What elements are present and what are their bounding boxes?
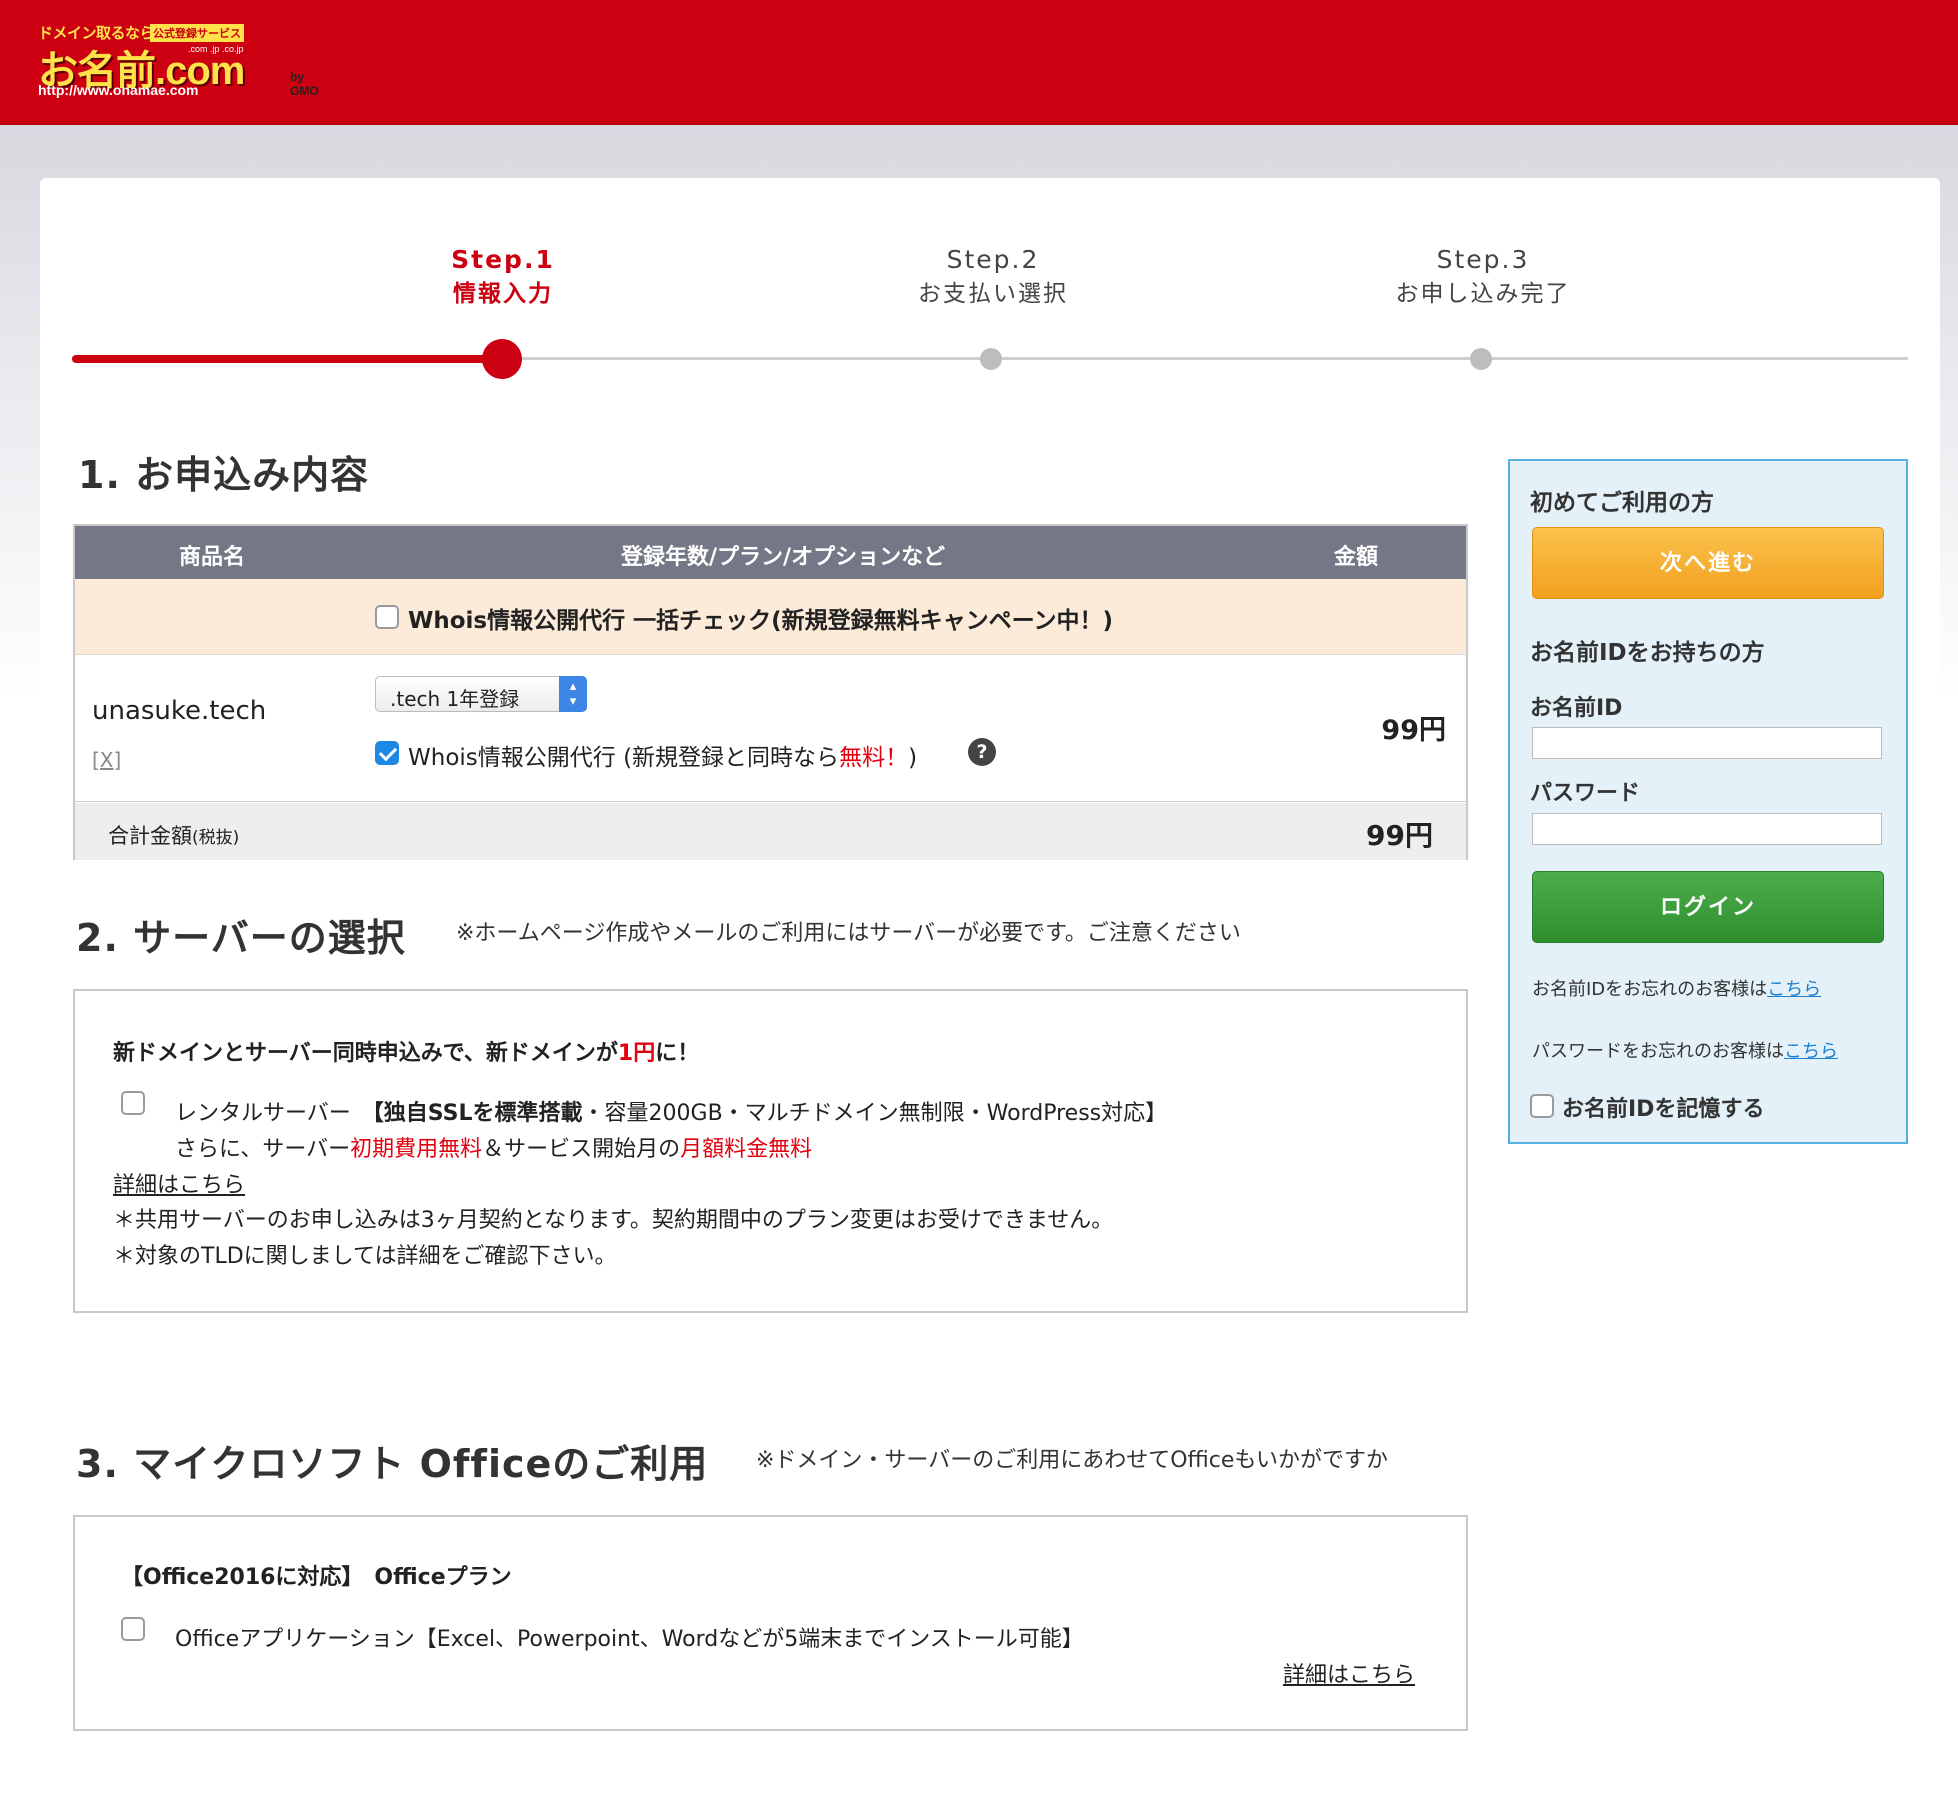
step-2-marker [980, 348, 1002, 370]
step-1-label: 情報入力 [453, 281, 553, 307]
office-details-link[interactable]: 詳細はこちら [1283, 1657, 1415, 1689]
logo-tlds: .com .jp .co.jp [188, 44, 244, 54]
rental-server-ssl: 【独自SSLを標準搭載 [372, 1101, 583, 1126]
logo-gmo: by GMO [290, 70, 319, 98]
onamae-id-label: お名前ID [1530, 696, 1623, 721]
table-row: unasuke.tech [X] .tech 1年登録 ▴ ▾ Whois情報公開… [75, 656, 1466, 802]
whois-option-close: ) [908, 745, 918, 771]
col-plan: 登録年数/プラン/オプションなど [621, 545, 946, 570]
total-label: 合計金額(税抜) [108, 820, 239, 850]
whois-bulk-row: Whois情報公開代行 一括チェック(新規登録無料キャンペーン中！) [75, 579, 1466, 655]
total-value: 99円 [1366, 819, 1433, 852]
rental-server-label[interactable]: レンタルサーバー 【独自SSLを標準搭載・容量200GB・マルチドメイン無制限・… [175, 1095, 1167, 1127]
remember-id-checkbox[interactable] [1530, 1094, 1554, 1118]
site-header: ドメイン取るなら 公式登録サービス お名前.com .com .jp .co.j… [0, 0, 1958, 125]
forgot-id-text: お名前IDをお忘れのお客様は [1532, 979, 1768, 1000]
forgot-id-link[interactable]: こちら [1767, 979, 1821, 1000]
whois-option-label[interactable]: Whois情報公開代行 (新規登録と同時なら無料！) [408, 738, 917, 772]
server-note-1: ＊共用サーバーのお申し込みは3ヶ月契約となります。契約期間中のプラン変更はお受け… [113, 1208, 1114, 1233]
total-row: 合計金額(税抜) 99円 [75, 803, 1466, 860]
section-2-note: ※ホームページ作成やメールのご利用にはサーバーが必要です。ご注意ください [456, 921, 1241, 946]
col-product: 商品名 [179, 545, 246, 570]
next-button[interactable]: 次へ進む [1532, 527, 1884, 599]
office-checkbox[interactable] [121, 1617, 145, 1641]
login-button[interactable]: ログイン [1532, 871, 1884, 943]
forgot-id: お名前IDをお忘れのお客様はこちら [1532, 975, 1821, 1001]
rental-server-checkbox[interactable] [121, 1091, 145, 1115]
plan-select-value: .tech 1年登録 [390, 687, 520, 711]
select-arrows-icon: ▴ ▾ [559, 676, 587, 712]
logo-url: http://www.onamae.com [38, 82, 199, 98]
forgot-password: パスワードをお忘れのお客様はこちら [1532, 1037, 1838, 1063]
password-input[interactable] [1532, 813, 1882, 845]
server-campaign-a: さらに、サーバー [175, 1137, 351, 1162]
server-campaign-d: 月額料金無料 [680, 1137, 813, 1162]
server-headline: 新ドメインとサーバー同時申込みで、新ドメインが1円に！ [113, 1035, 699, 1067]
new-user-heading: 初めてご利用の方 [1530, 490, 1714, 516]
rental-server-specs: ・容量200GB・マルチドメイン無制限・WordPress対応】 [582, 1101, 1168, 1126]
server-headline-c: に！ [655, 1041, 700, 1066]
onamae-logo[interactable]: ドメイン取るなら 公式登録サービス お名前.com .com .jp .co.j… [38, 22, 328, 98]
whois-option-checkbox[interactable] [375, 741, 399, 765]
login-panel: 初めてご利用の方 次へ進む お名前IDをお持ちの方 お名前ID パスワード ログ… [1508, 459, 1908, 1144]
password-label: パスワード [1530, 781, 1641, 806]
step-1: Step.1 情報入力 [383, 244, 623, 312]
onamae-id-input[interactable] [1532, 727, 1882, 759]
step-2-label: お支払い選択 [918, 281, 1068, 307]
section-1-title: 1. お申込み内容 [78, 453, 370, 497]
member-heading: お名前IDをお持ちの方 [1530, 640, 1765, 666]
step-3: Step.3 お申し込み完了 [1363, 244, 1603, 312]
rental-server-name: レンタルサーバー [175, 1101, 351, 1126]
total-tax-note: (税抜) [192, 828, 240, 848]
server-details-link[interactable]: 詳細はこちら [113, 1167, 245, 1199]
whois-bulk-checkbox[interactable] [375, 605, 399, 629]
progress-fill [72, 355, 502, 363]
order-table-header: 商品名 登録年数/プラン/オプションなど 金額 [75, 526, 1466, 579]
section-3-title: 3. マイクロソフト Officeのご利用 [76, 1442, 709, 1486]
step-1-number: Step.1 [451, 245, 555, 274]
order-table: 商品名 登録年数/プラン/オプションなど 金額 Whois情報公開代行 一括チェ… [73, 524, 1468, 860]
server-campaign: さらに、サーバー初期費用無料＆サービス開始月の月額料金無料 [175, 1131, 812, 1163]
whois-option-text: Whois情報公開代行 (新規登録と同時なら [408, 745, 840, 771]
section-2-title: 2. サーバーの選択 [76, 916, 406, 960]
item-price: 99円 [1381, 715, 1446, 746]
remove-domain-link[interactable]: [X] [92, 748, 121, 772]
forgot-password-link[interactable]: こちら [1784, 1041, 1838, 1062]
whois-bulk-label[interactable]: Whois情報公開代行 一括チェック(新規登録無料キャンペーン中！) [408, 601, 1113, 635]
section-3-note: ※ドメイン・サーバーのご利用にあわせてOfficeもいかがですか [756, 1448, 1388, 1473]
server-campaign-c: ＆サービス開始月の [482, 1137, 681, 1162]
step-2-number: Step.2 [946, 245, 1040, 274]
server-note-2: ＊対象のTLDに関しましては詳細をご確認下さい。 [113, 1244, 617, 1269]
server-headline-a: 新ドメインとサーバー同時申込みで、新ドメインが [113, 1041, 618, 1066]
step-1-marker [482, 339, 522, 379]
server-headline-price: 1円 [617, 1041, 656, 1066]
step-2: Step.2 お支払い選択 [873, 244, 1113, 312]
office-option-label[interactable]: Officeアプリケーション【Excel、Powerpoint、Wordなどが5… [175, 1621, 1084, 1653]
col-price: 金額 [1334, 545, 1379, 570]
step-3-marker [1470, 348, 1492, 370]
total-label-text: 合計金額 [108, 824, 192, 848]
help-icon[interactable]: ? [968, 738, 996, 766]
step-3-label: お申し込み完了 [1395, 281, 1571, 307]
office-box: 【Office2016に対応】 Officeプラン Officeアプリケーション… [73, 1515, 1468, 1731]
remember-id-label[interactable]: お名前IDを記憶する [1562, 1091, 1764, 1123]
server-campaign-b: 初期費用無料 [350, 1137, 483, 1162]
forgot-password-text: パスワードをお忘れのお客様は [1532, 1041, 1784, 1062]
step-3-number: Step.3 [1436, 245, 1530, 274]
domain-name: unasuke.tech [92, 696, 267, 726]
plan-select[interactable]: .tech 1年登録 ▴ ▾ [375, 676, 587, 712]
office-headline: 【Office2016に対応】 Officeプラン [121, 1565, 512, 1590]
server-box: 新ドメインとサーバー同時申込みで、新ドメインが1円に！ レンタルサーバー 【独自… [73, 989, 1468, 1313]
whois-free-text: 無料！ [839, 745, 909, 771]
